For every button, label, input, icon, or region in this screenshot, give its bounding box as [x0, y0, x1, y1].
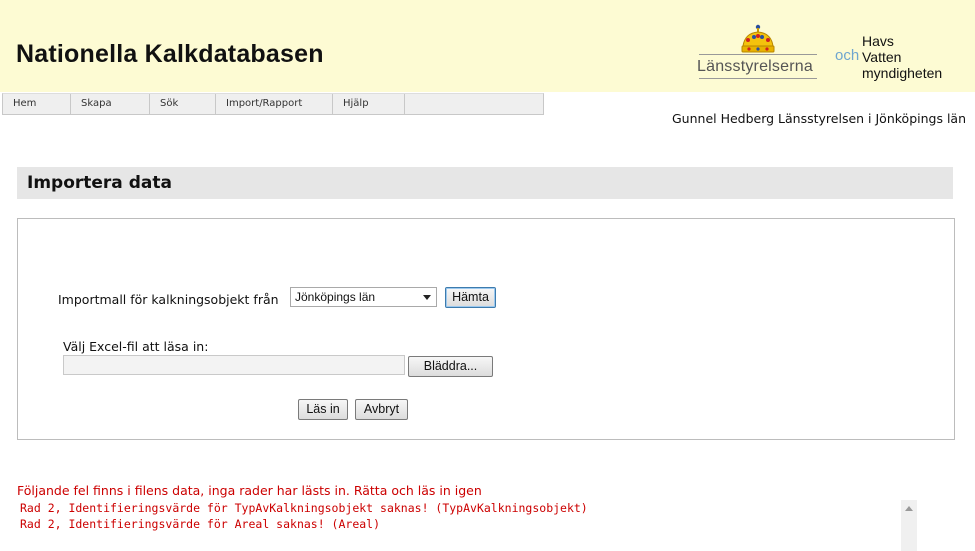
import-form: Importmall för kalkningsobjekt från Jönk…	[17, 218, 955, 440]
browse-button[interactable]: Bläddra...	[408, 356, 493, 377]
havs-vatten-logo: Havs Vatten myndigheten	[862, 33, 942, 81]
logo-divider	[699, 78, 817, 79]
error-list-scrollbar[interactable]	[901, 500, 917, 551]
dropdown-arrow-icon	[423, 295, 431, 300]
county-select[interactable]: Jönköpings län	[290, 287, 437, 307]
main-nav: Hem Skapa Sök Import/Rapport Hjälp	[2, 93, 544, 115]
error-summary: Följande fel finns i filens data, inga r…	[17, 483, 482, 498]
lansstyrelserna-wordmark: Länsstyrelserna	[697, 58, 813, 75]
nav-item-sok[interactable]: Sök	[150, 94, 216, 114]
hav-logo-line: Vatten	[862, 49, 902, 65]
app-title: Nationella Kalkdatabasen	[16, 40, 324, 68]
crown-icon	[741, 24, 775, 53]
lansstyrelserna-logo: Länsstyrelserna	[697, 24, 821, 84]
error-list[interactable]: Rad 2, Identifieringsvärde för TypAvKalk…	[17, 500, 917, 551]
och-text: och	[835, 47, 860, 64]
fetch-button[interactable]: Hämta	[445, 287, 496, 308]
file-path-input[interactable]	[63, 355, 405, 375]
template-label: Importmall för kalkningsobjekt från	[58, 292, 279, 307]
logged-in-user: Gunnel Hedberg Länsstyrelsen i Jönköping…	[671, 111, 966, 126]
hav-logo-line: myndigheten	[862, 65, 943, 81]
file-label: Välj Excel-fil att läsa in:	[63, 339, 209, 354]
section-header: Importera data	[17, 167, 953, 199]
county-select-value: Jönköpings län	[295, 290, 376, 304]
error-line: Rad 2, Identifieringsvärde för Areal sak…	[20, 517, 381, 531]
logo-divider	[699, 54, 817, 55]
hav-logo-line: Havs	[862, 33, 894, 49]
read-button[interactable]: Läs in	[298, 399, 348, 420]
nav-item-import-rapport[interactable]: Import/Rapport	[216, 94, 333, 114]
nav-item-hem[interactable]: Hem	[3, 94, 71, 114]
nav-item-hjalp[interactable]: Hjälp	[333, 94, 405, 114]
cancel-button[interactable]: Avbryt	[355, 399, 408, 420]
nav-item-skapa[interactable]: Skapa	[71, 94, 150, 114]
scroll-up-icon[interactable]	[905, 506, 913, 511]
error-line: Rad 2, Identifieringsvärde för TypAvKalk…	[20, 501, 588, 515]
nav-item-empty	[405, 94, 543, 114]
page-header: Nationella Kalkdatabasen Länsstyrelserna…	[0, 0, 975, 92]
page-title: Importera data	[27, 173, 172, 193]
